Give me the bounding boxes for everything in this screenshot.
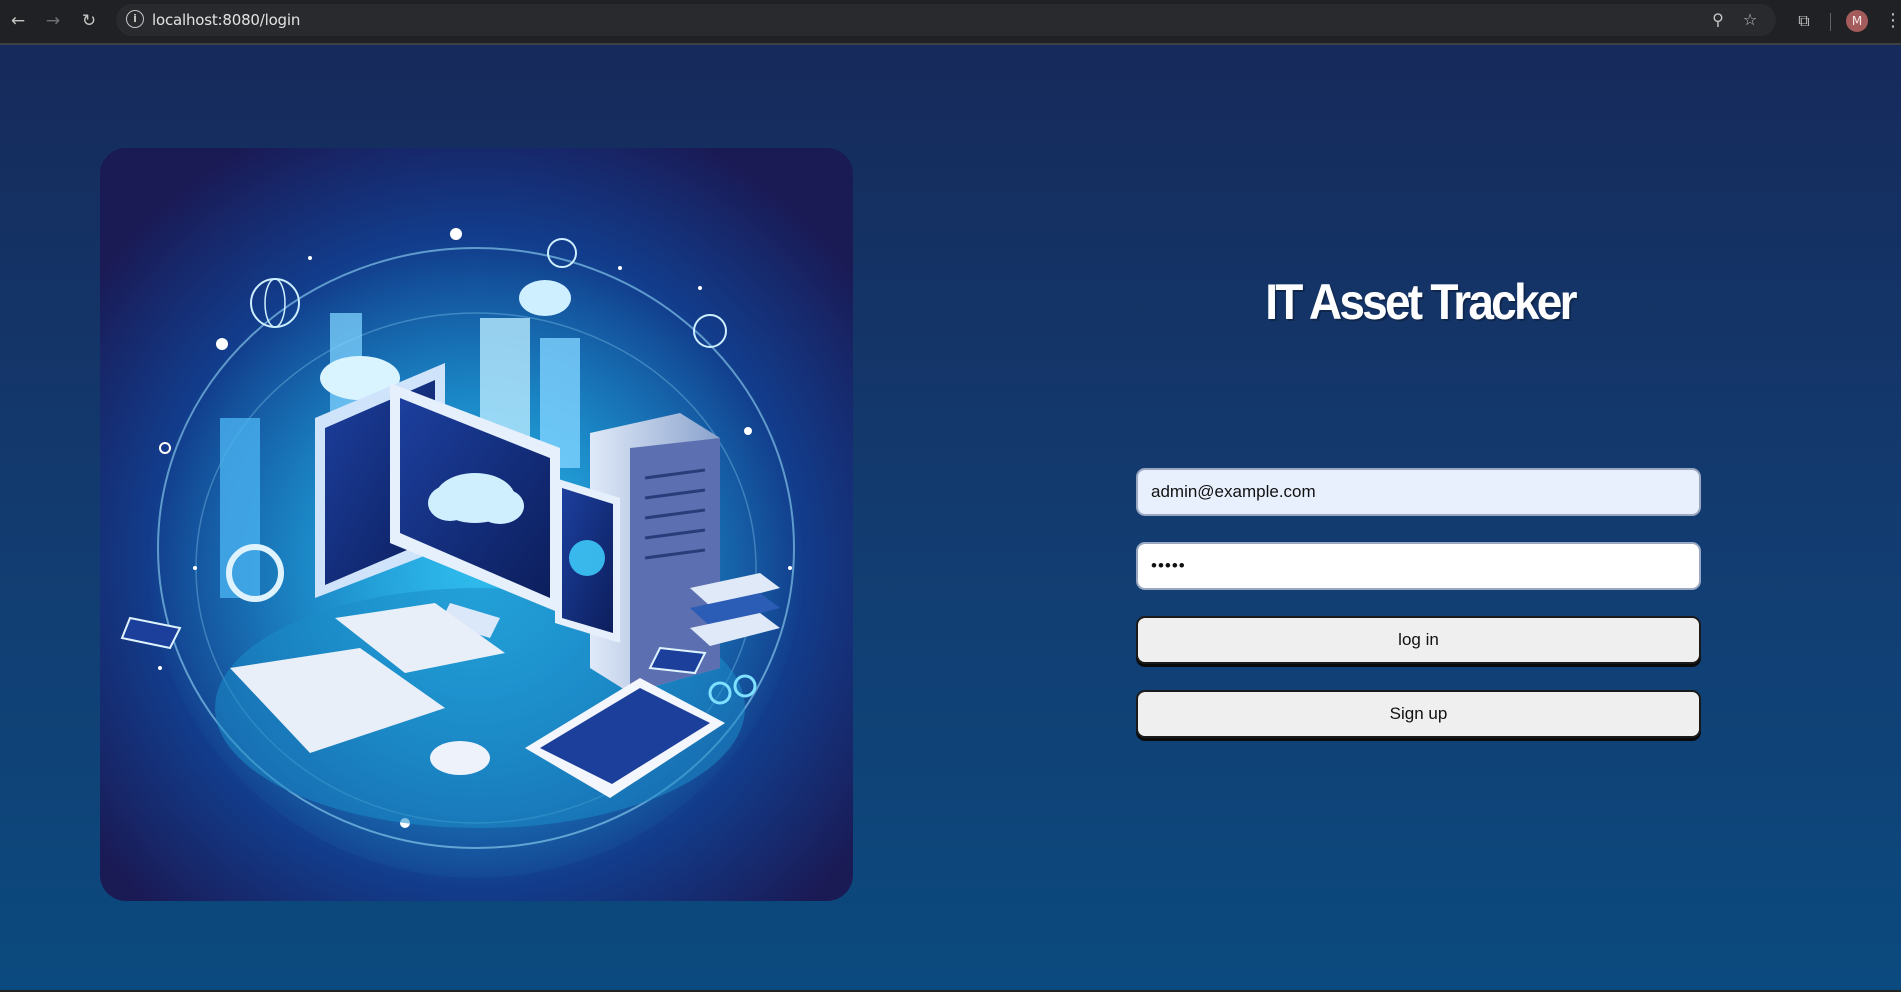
email-field[interactable] — [1136, 468, 1701, 516]
browser-toolbar: ← → ↻ i localhost:8080/login ⚲ ☆ ⧉ M ⋮ — [0, 0, 1901, 45]
url-text[interactable]: localhost:8080/login — [152, 11, 300, 29]
site-info-icon[interactable]: i — [126, 10, 144, 28]
toolbar-divider — [1830, 13, 1831, 31]
reload-icon[interactable]: ↻ — [77, 9, 101, 33]
zoom-icon[interactable]: ⚲ — [1706, 8, 1730, 32]
login-page: IT Asset Tracker log in Sign up — [0, 45, 1901, 992]
password-field[interactable] — [1136, 542, 1701, 590]
forward-arrow-icon[interactable]: → — [41, 9, 65, 33]
address-bar[interactable]: i localhost:8080/login ⚲ ☆ — [116, 4, 1776, 36]
bookmark-star-icon[interactable]: ☆ — [1738, 8, 1762, 32]
back-arrow-icon[interactable]: ← — [6, 9, 30, 33]
it-devices-illustration — [120, 218, 806, 878]
profile-avatar[interactable]: M — [1846, 10, 1868, 32]
extensions-puzzle-icon[interactable]: ⧉ — [1792, 9, 1816, 33]
signup-button[interactable]: Sign up — [1136, 690, 1701, 738]
login-button[interactable]: log in — [1136, 616, 1701, 664]
hero-illustration — [100, 148, 853, 901]
browser-menu-kebab-icon[interactable]: ⋮ — [1884, 9, 1901, 33]
page-title: IT Asset Tracker — [1265, 274, 1577, 330]
